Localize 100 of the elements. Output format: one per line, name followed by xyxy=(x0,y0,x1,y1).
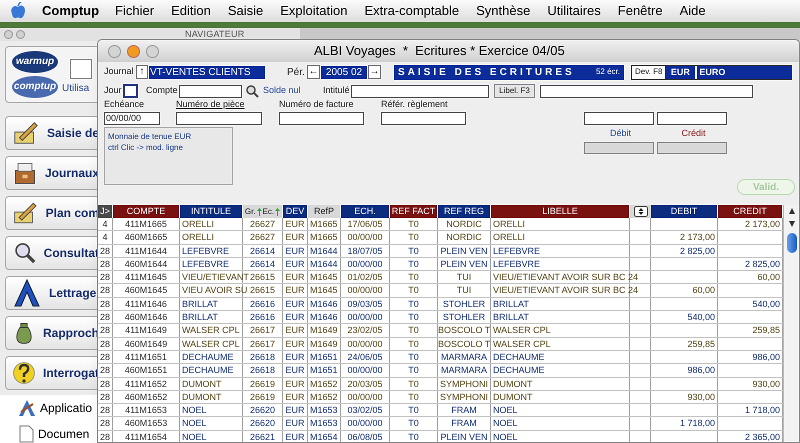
column-header[interactable]: REF REG xyxy=(438,205,491,218)
column-header[interactable]: INTITULE xyxy=(180,205,243,218)
table-cell: 411M1654 xyxy=(125,432,167,442)
table-cell: EUR xyxy=(285,298,304,309)
table-cell: 930,00 xyxy=(687,392,715,402)
journal-arrow-button[interactable]: ↑ xyxy=(136,65,148,79)
table-cell: M1651 xyxy=(310,365,338,376)
file-item[interactable]: Applicatio xyxy=(18,399,92,417)
period-field[interactable]: 2005 02 xyxy=(321,66,367,78)
text-field[interactable] xyxy=(540,84,753,98)
table-cell: 00/00/00 xyxy=(347,232,383,242)
column-header[interactable]: REF FACT xyxy=(390,205,438,218)
menu-item[interactable]: Edition xyxy=(171,1,211,21)
label-field[interactable] xyxy=(351,84,489,98)
column-header[interactable]: Gr. Ec. xyxy=(243,205,283,218)
previous-period-button[interactable]: ← xyxy=(307,65,320,79)
table-cell: 26616 xyxy=(250,312,276,322)
user-field[interactable] xyxy=(70,58,92,79)
navigator-item[interactable]: Journaux xyxy=(5,156,100,190)
table-cell: 460M1646 xyxy=(124,312,168,322)
column-header[interactable]: CREDIT xyxy=(718,205,783,218)
due-date-field[interactable]: 00/00/00 xyxy=(104,112,160,125)
table-cell: EUR xyxy=(285,338,304,349)
search-icon[interactable] xyxy=(246,84,259,98)
column-header[interactable]: DEV xyxy=(283,205,308,218)
table-cell: 28 xyxy=(100,352,110,362)
field-label: Intitulé xyxy=(323,84,351,98)
navigator-item[interactable]: Interrogat xyxy=(5,356,100,390)
table-cell: BRILLAT xyxy=(182,298,218,309)
table-cell: WALSER CPL xyxy=(493,338,551,349)
table-cell: 26614 xyxy=(250,246,276,256)
table-cell: M1665 xyxy=(310,219,338,229)
table-cell: T0 xyxy=(408,405,419,416)
menu-item[interactable]: Fenêtre xyxy=(618,1,663,21)
payment-reference-field[interactable] xyxy=(381,112,466,125)
table-cell: EUR xyxy=(285,418,304,428)
table-cell: 00/00/00 xyxy=(347,338,383,349)
label-button[interactable]: Libel. F3 xyxy=(494,84,535,98)
column-header[interactable]: RefP xyxy=(308,205,341,218)
tools-icon xyxy=(18,399,36,417)
navigator-item[interactable]: Consultat xyxy=(5,236,100,270)
table-cell: 26617 xyxy=(250,325,276,336)
menu-item[interactable]: Aide xyxy=(680,1,706,21)
table-cell: VIEU AVOIR SU xyxy=(182,285,248,296)
account-field[interactable] xyxy=(179,84,242,98)
sort-icon[interactable] xyxy=(634,206,648,217)
table-cell: M1646 xyxy=(310,312,338,322)
column-header[interactable]: ECH. xyxy=(341,205,390,218)
table-cell: BOSCOLO T xyxy=(438,338,490,349)
scroll-down-icon[interactable] xyxy=(788,220,796,228)
table-cell: T0 xyxy=(408,432,419,442)
column-header[interactable]: J> xyxy=(98,205,113,218)
table-cell: 411M1645 xyxy=(125,272,167,282)
menu-item[interactable]: Saisie xyxy=(228,1,264,21)
table-cell: EUR xyxy=(285,325,304,336)
logo: warmup xyxy=(12,50,58,73)
next-period-button[interactable]: → xyxy=(368,65,381,79)
field-label: Référ. règlement xyxy=(381,99,449,110)
table-cell: 540,00 xyxy=(687,312,715,322)
app-menu[interactable]: Comptup xyxy=(42,1,100,21)
navigator-item[interactable]: Lettrage xyxy=(5,276,100,310)
table-cell: 540,00 xyxy=(752,298,780,309)
field-label: Pér. xyxy=(287,66,306,80)
table-cell: M1644 xyxy=(310,246,338,256)
column-header[interactable]: DEBIT xyxy=(651,205,718,218)
debit-field[interactable] xyxy=(584,112,654,125)
menu-item[interactable]: Synthèse xyxy=(476,1,530,21)
navigator-item[interactable]: Rapproch xyxy=(5,316,100,350)
menu-item[interactable]: Extra-comptable xyxy=(364,1,460,21)
column-header[interactable]: COMPTE xyxy=(113,205,180,218)
table-cell: STOHLER xyxy=(442,298,486,309)
table-cell: 259,85 xyxy=(752,325,780,336)
column-header[interactable]: LIBELLE xyxy=(491,205,630,218)
file-item[interactable]: Documen xyxy=(18,425,90,443)
scroll-thumb[interactable] xyxy=(786,233,796,253)
sort-header[interactable] xyxy=(630,205,651,218)
minimize-button[interactable] xyxy=(127,44,140,58)
scroll-up-icon[interactable] xyxy=(788,207,796,215)
table-cell: WALSER CPL xyxy=(182,338,240,349)
table-cell: M1665 xyxy=(310,232,338,242)
field-label: Journal xyxy=(104,65,135,78)
menu-item[interactable]: Fichier xyxy=(115,1,154,21)
menu-item[interactable]: Exploitation xyxy=(280,1,348,21)
credit-field[interactable] xyxy=(657,112,727,125)
table-cell: 26621 xyxy=(250,432,276,442)
table-cell: EUR xyxy=(285,232,304,242)
apple-logo-icon[interactable] xyxy=(10,2,26,20)
table-cell: T0 xyxy=(408,272,419,282)
title-banner: SAISIE DES ECRITURES 52 écr. xyxy=(394,64,624,80)
table-cell: T0 xyxy=(408,325,419,336)
day-field[interactable] xyxy=(123,84,138,98)
table-cell: ORELLI xyxy=(182,232,214,242)
window-title: NAVIGATEUR xyxy=(185,29,244,40)
table-cell: NOEL xyxy=(182,418,207,428)
invoice-number-field[interactable] xyxy=(279,112,364,125)
scrollbar[interactable] xyxy=(783,205,799,442)
document-number-field[interactable] xyxy=(176,112,262,125)
journal-field[interactable]: VT-VENTES CLIENTS xyxy=(149,66,265,78)
table-cell: EUR xyxy=(285,312,304,322)
menu-item[interactable]: Utilitaires xyxy=(547,1,601,21)
